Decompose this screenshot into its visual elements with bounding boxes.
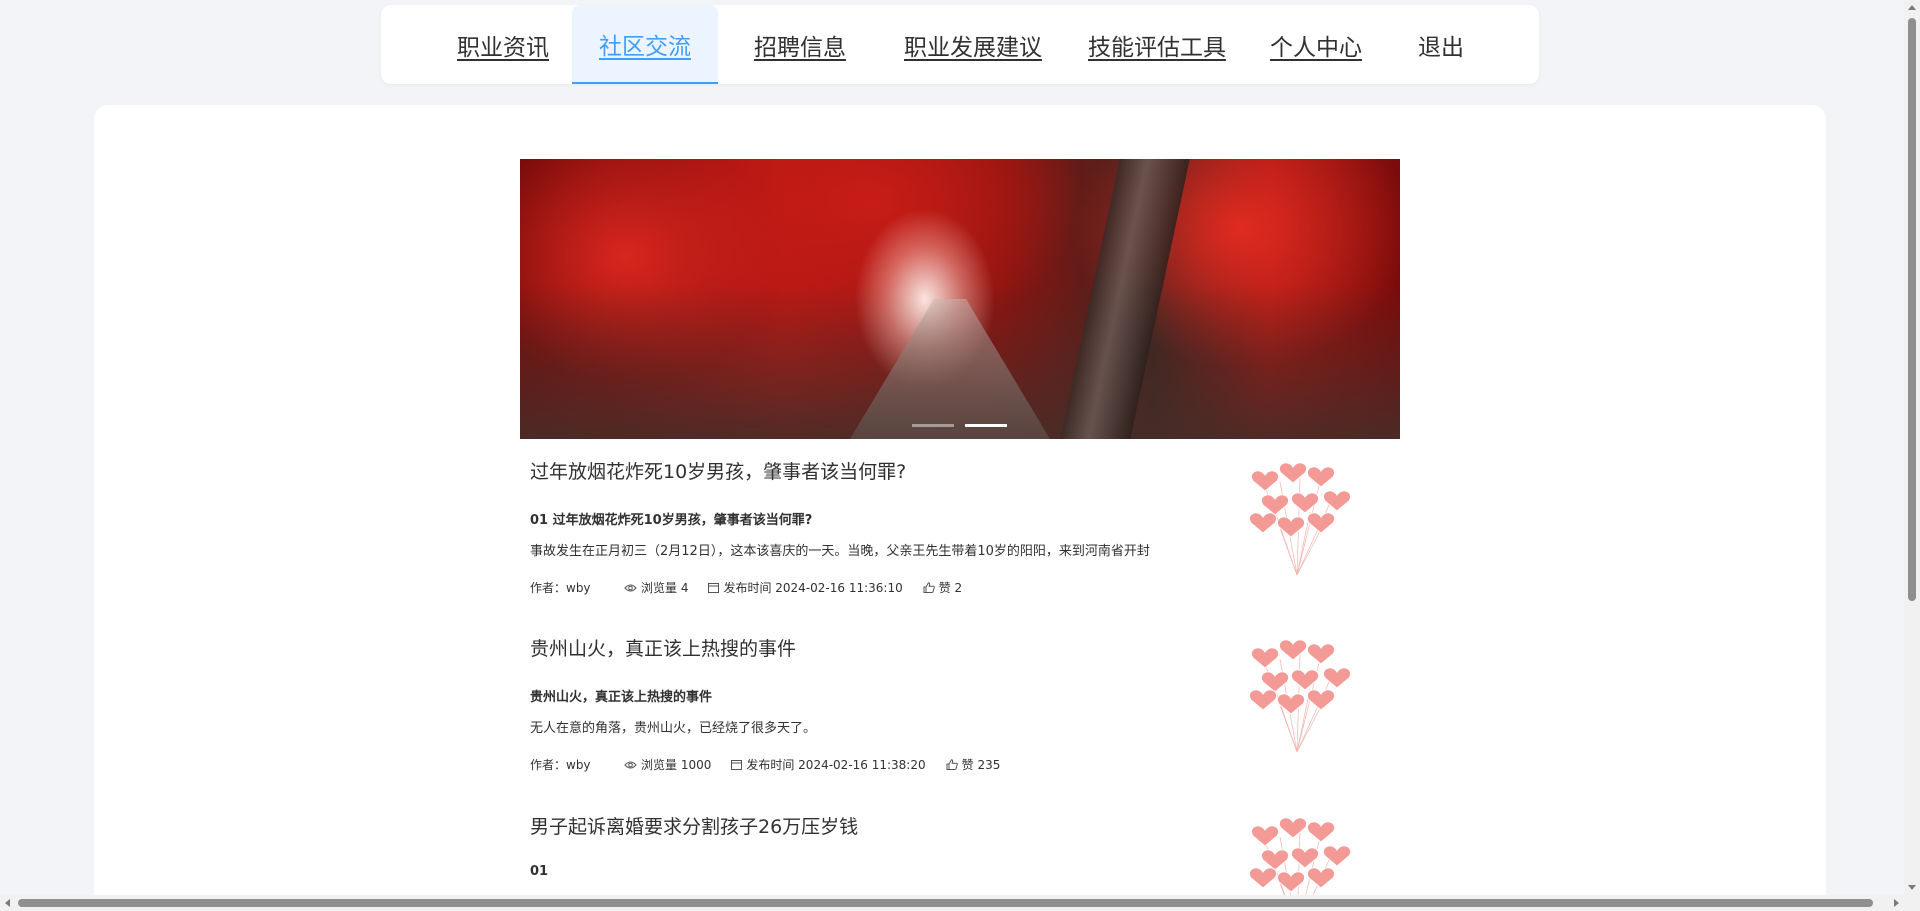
article-excerpt: 无人在意的角落，贵州山火，已经烧了很多天了。 <box>530 721 817 736</box>
nav-item-jobs[interactable]: 招聘信息 <box>730 5 870 84</box>
article-subtitle: 贵州山火，真正该上热搜的事件 <box>530 690 713 705</box>
carousel-image-path <box>850 299 1050 439</box>
article-title[interactable]: 贵州山火，真正该上热搜的事件 <box>530 634 796 661</box>
nav-item-logout[interactable]: 退出 <box>1391 5 1491 84</box>
article-likes-text: 赞 235 <box>961 758 1001 772</box>
article-views: 浏览量 1000 <box>624 756 711 773</box>
nav-item-skill-assessment[interactable]: 技能评估工具 <box>1079 5 1235 84</box>
nav-item-career-advice[interactable]: 职业发展建议 <box>888 5 1058 84</box>
article-excerpt: 事故发生在正月初三（2月12日），这本该喜庆的一天。当晚，父亲王先生带着10岁的… <box>530 544 1150 559</box>
horizontal-scroll-thumb[interactable] <box>18 899 1873 907</box>
vertical-scrollbar[interactable] <box>1904 0 1920 911</box>
eye-icon <box>624 761 637 768</box>
thumbs-up-icon <box>923 582 935 593</box>
nav-item-community[interactable]: 社区交流 <box>572 5 718 84</box>
scroll-down-arrow-icon[interactable] <box>1908 885 1916 890</box>
scroll-left-arrow-icon[interactable] <box>5 899 10 907</box>
article-views-text: 浏览量 4 <box>641 581 689 595</box>
calendar-icon <box>731 760 743 770</box>
calendar-icon <box>708 583 720 593</box>
article-author: 作者：wby <box>530 758 591 772</box>
article-item[interactable]: 男子起诉离婚要求分割孩子26万压岁钱 01 <box>530 812 1400 896</box>
article-subtitle: 01 过年放烟花炸死10岁男孩，肇事者该当何罪? <box>530 513 813 528</box>
carousel-indicator-2[interactable] <box>965 424 1007 427</box>
carousel-image-tree <box>1060 159 1190 439</box>
article-published: 发布时间 2024-02-16 11:38:20 <box>731 756 926 773</box>
article-published-text: 发布时间 2024-02-16 11:38:20 <box>746 758 926 772</box>
horizontal-scrollbar[interactable] <box>0 895 1904 911</box>
scroll-right-arrow-icon[interactable] <box>1894 899 1899 907</box>
thumbs-up-icon <box>946 759 958 770</box>
article-meta: 作者：wby 浏览量 1000 发布时间 2024-02-16 11:38:20… <box>530 756 1020 773</box>
scroll-up-arrow-icon[interactable] <box>1908 5 1916 10</box>
eye-icon <box>624 584 637 591</box>
article-published-text: 发布时间 2024-02-16 11:36:10 <box>723 581 903 595</box>
article-published: 发布时间 2024-02-16 11:36:10 <box>708 579 903 596</box>
article-likes[interactable]: 赞 235 <box>946 756 1001 773</box>
article-likes-text: 赞 2 <box>938 581 963 595</box>
article-subtitle: 01 <box>530 864 549 879</box>
article-meta: 作者：wby 浏览量 4 发布时间 2024-02-16 11:36:10 赞 … <box>530 579 982 596</box>
article-title[interactable]: 过年放烟花炸死10岁男孩，肇事者该当何罪? <box>530 457 906 484</box>
carousel-indicator-1[interactable] <box>912 424 954 427</box>
article-item[interactable]: 贵州山火，真正该上热搜的事件 贵州山火，真正该上热搜的事件 无人在意的角落，贵州… <box>530 634 1400 774</box>
article-likes[interactable]: 赞 2 <box>923 579 962 596</box>
article-views-text: 浏览量 1000 <box>641 758 712 772</box>
heart-balloons-thumbnail <box>1249 817 1351 896</box>
banner-carousel[interactable] <box>520 159 1400 439</box>
article-views: 浏览量 4 <box>624 579 688 596</box>
top-navigation: 职业资讯 社区交流 招聘信息 职业发展建议 技能评估工具 个人中心 退出 <box>381 5 1539 84</box>
nav-item-career-news[interactable]: 职业资讯 <box>443 5 563 84</box>
vertical-scroll-thumb[interactable] <box>1908 18 1916 601</box>
article-item[interactable]: 过年放烟花炸死10岁男孩，肇事者该当何罪? 01 过年放烟花炸死10岁男孩，肇事… <box>530 457 1400 597</box>
nav-item-profile[interactable]: 个人中心 <box>1251 5 1381 84</box>
article-title[interactable]: 男子起诉离婚要求分割孩子26万压岁钱 <box>530 812 858 839</box>
article-author: 作者：wby <box>530 581 591 595</box>
heart-balloons-thumbnail <box>1249 639 1351 753</box>
heart-balloons-thumbnail <box>1249 462 1351 576</box>
